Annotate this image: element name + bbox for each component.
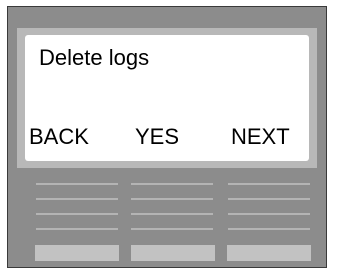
grille-line <box>228 198 310 200</box>
grille-line <box>131 183 213 185</box>
grille-line <box>36 228 118 230</box>
grille-line <box>36 183 118 185</box>
display-screen: Delete logs BACK YES NEXT <box>25 35 309 161</box>
softkey-back-label[interactable]: BACK <box>29 123 89 151</box>
grille-line <box>228 213 310 215</box>
grille-line <box>36 213 118 215</box>
screen-title: Delete logs <box>39 45 150 70</box>
grille-line <box>228 228 310 230</box>
softkey-next-button[interactable] <box>227 245 311 261</box>
softkey-back-button[interactable] <box>35 245 119 261</box>
grille-line <box>36 198 118 200</box>
grille-line <box>131 198 213 200</box>
softkey-yes-button[interactable] <box>131 245 215 261</box>
softkey-yes-label[interactable]: YES <box>135 123 179 151</box>
grille-line <box>131 228 213 230</box>
grille-line <box>228 183 310 185</box>
grille-line <box>131 213 213 215</box>
softkey-next-label[interactable]: NEXT <box>231 123 290 151</box>
